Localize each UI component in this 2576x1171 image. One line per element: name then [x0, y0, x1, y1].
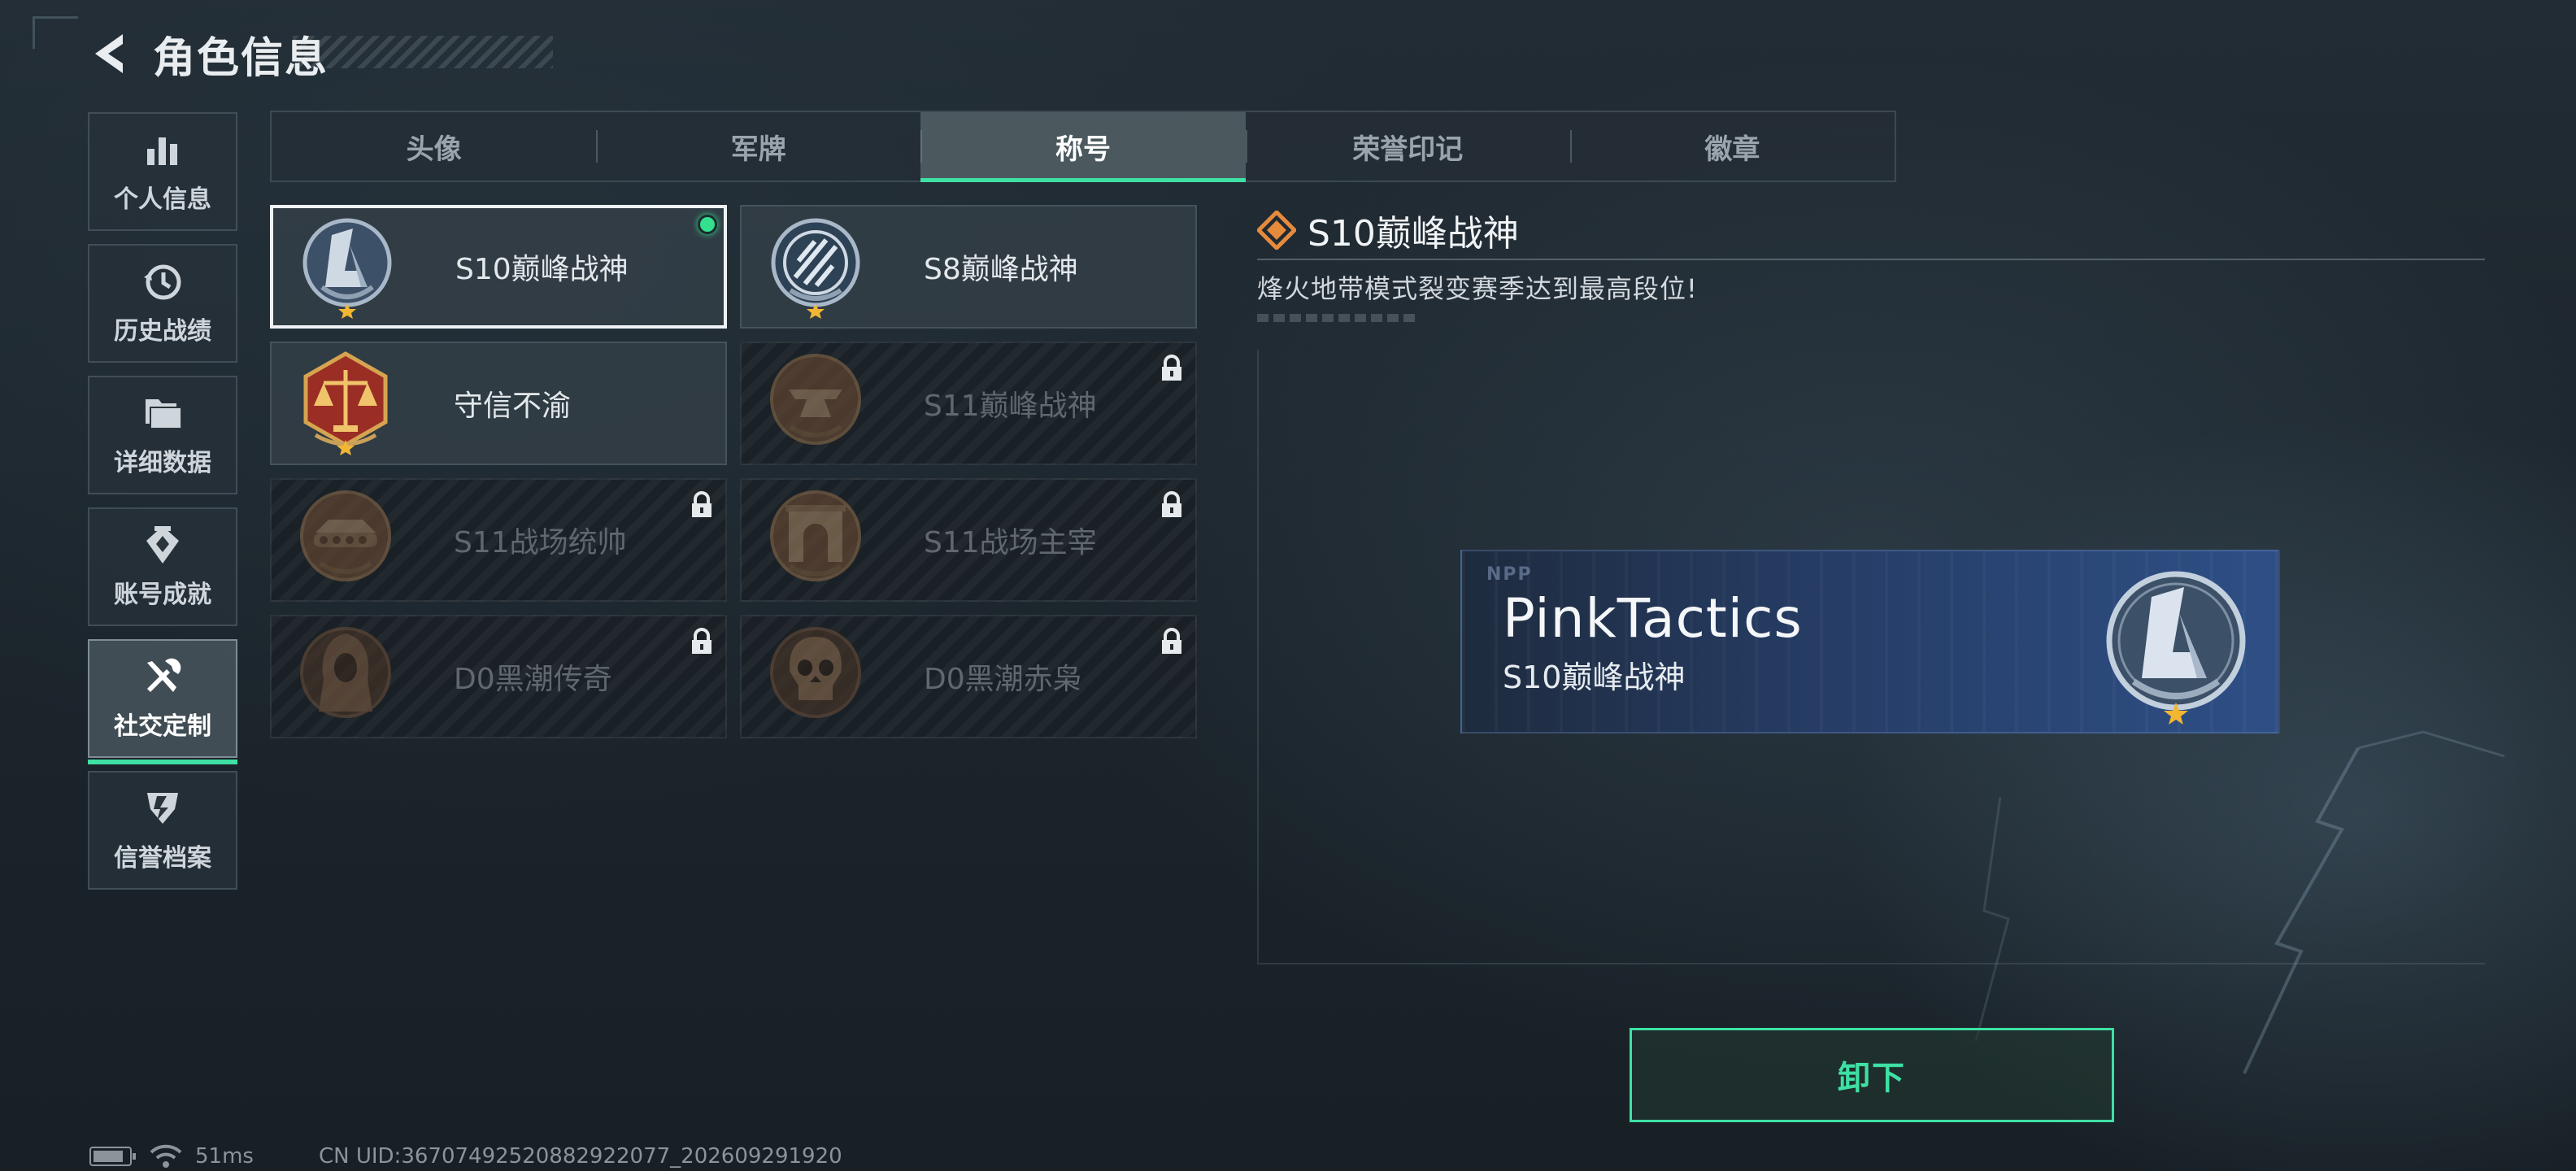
detail-header: S10巅峰战神 — [1257, 202, 2485, 260]
sidebar-item-label: 历史战绩 — [114, 317, 211, 346]
lock-icon — [1162, 491, 1181, 517]
banner-player-name: PinkTactics — [1503, 587, 1803, 650]
bar-chart-icon — [141, 128, 184, 171]
title-name: D0黑潮传奇 — [454, 663, 612, 696]
title-card[interactable]: S11战场主宰 — [740, 478, 1197, 602]
sidebar-item-personal-info[interactable]: 个人信息 — [88, 112, 237, 231]
uid-text: CN UID:3670749252088292207​7_20260929192… — [318, 1144, 842, 1169]
tab-bar: 头像 军牌 称号 荣誉印记 徽章 — [270, 111, 1896, 182]
tab-badge[interactable]: 徽章 — [1569, 112, 1895, 181]
anvil-emblem-icon — [770, 354, 861, 445]
hooded-figure-emblem-icon — [300, 627, 391, 718]
sidebar-item-label: 个人信息 — [114, 185, 211, 214]
history-clock-icon — [141, 260, 184, 303]
banner-tag: NPP — [1486, 564, 1533, 585]
tab-dogtag[interactable]: 军牌 — [596, 112, 920, 181]
ping-value: 51ms — [195, 1144, 254, 1169]
sidebar-item-history[interactable]: 历史战绩 — [88, 244, 237, 363]
folder-icon — [141, 392, 184, 434]
diamond-icon — [1257, 211, 1296, 250]
back-arrow-icon — [95, 34, 123, 73]
tab-title[interactable]: 称号 — [920, 112, 1246, 182]
name-card-preview: NPP PinkTactics S10巅峰战神 — [1460, 550, 2280, 734]
battery-icon — [89, 1147, 136, 1166]
description-underline-decoration — [1257, 314, 1420, 322]
title-name: D0黑潮赤枭 — [924, 663, 1082, 696]
sidebar-item-credit-file[interactable]: 信誉档案 — [88, 771, 237, 890]
title-name: S8巅峰战神 — [924, 253, 1078, 286]
header-stripes-decoration — [293, 36, 553, 68]
peak-war-god-emblem-icon — [2106, 571, 2246, 725]
detail-description: 烽火地带模式裂变赛季达到最高段位! — [1257, 273, 1698, 304]
status-bar: 51ms CN UID:3670749252088292207​7_202609… — [89, 1142, 842, 1171]
achievement-badge-icon — [141, 524, 184, 566]
skull-emblem-icon — [770, 627, 861, 718]
season8-emblem-icon — [771, 218, 860, 319]
scales-of-justice-emblem-icon — [303, 351, 388, 455]
back-button[interactable] — [81, 25, 138, 82]
title-card[interactable]: D0黑潮赤枭 — [740, 615, 1197, 738]
sidebar-item-label: 社交定制 — [114, 712, 211, 741]
unequip-button[interactable]: 卸下 — [1630, 1028, 2114, 1122]
title-card[interactable]: 守信不渝 — [270, 342, 727, 465]
tab-avatar[interactable]: 头像 — [272, 112, 596, 181]
tank-emblem-icon — [300, 490, 391, 581]
page-title: 角色信息 — [153, 33, 329, 83]
sidebar: 个人信息 历史战绩 详细数据 账号成就 社交定制 信誉档案 — [88, 112, 237, 903]
title-grid: S10巅峰战神 S8巅峰战神 守信不渝 S11巅峰战神 S11战场统帅 S11战… — [270, 205, 1197, 738]
title-name: S10巅峰战神 — [455, 253, 629, 286]
unequip-button-label: 卸下 — [1838, 1060, 1906, 1097]
title-name: S11巅峰战神 — [924, 390, 1097, 423]
detail-title: S10巅峰战神 — [1308, 213, 1519, 255]
corner-decoration — [33, 16, 78, 49]
sidebar-item-label: 信誉档案 — [114, 844, 211, 873]
title-card[interactable]: S8巅峰战神 — [740, 205, 1197, 329]
sidebar-item-label: 账号成就 — [114, 581, 211, 609]
header: 角色信息 — [81, 23, 329, 85]
title-card[interactable]: D0黑潮传奇 — [270, 615, 727, 738]
peak-war-god-emblem-icon — [302, 218, 392, 319]
sidebar-item-label: 详细数据 — [114, 449, 211, 477]
title-card[interactable]: S10巅峰战神 — [270, 205, 727, 329]
arch-emblem-icon — [770, 490, 861, 581]
lock-icon — [692, 628, 711, 654]
tools-icon — [141, 655, 184, 698]
sidebar-item-social-custom[interactable]: 社交定制 — [88, 639, 237, 764]
sidebar-item-achievements[interactable]: 账号成就 — [88, 507, 237, 626]
lock-icon — [1162, 628, 1181, 654]
title-name: S11战场统帅 — [454, 526, 627, 559]
title-card[interactable]: S11战场统帅 — [270, 478, 727, 602]
lock-icon — [692, 491, 711, 517]
lock-icon — [1162, 355, 1181, 381]
equipped-indicator — [698, 215, 717, 234]
title-name: 守信不渝 — [454, 390, 572, 423]
shield-emblem-icon — [141, 787, 184, 829]
banner-title: S10巅峰战神 — [1503, 660, 1686, 695]
title-card[interactable]: S11巅峰战神 — [740, 342, 1197, 465]
sidebar-item-detail-data[interactable]: 详细数据 — [88, 376, 237, 494]
title-name: S11战场主宰 — [924, 526, 1097, 559]
wifi-icon — [150, 1144, 182, 1168]
tab-honor-mark[interactable]: 荣誉印记 — [1245, 112, 1570, 181]
